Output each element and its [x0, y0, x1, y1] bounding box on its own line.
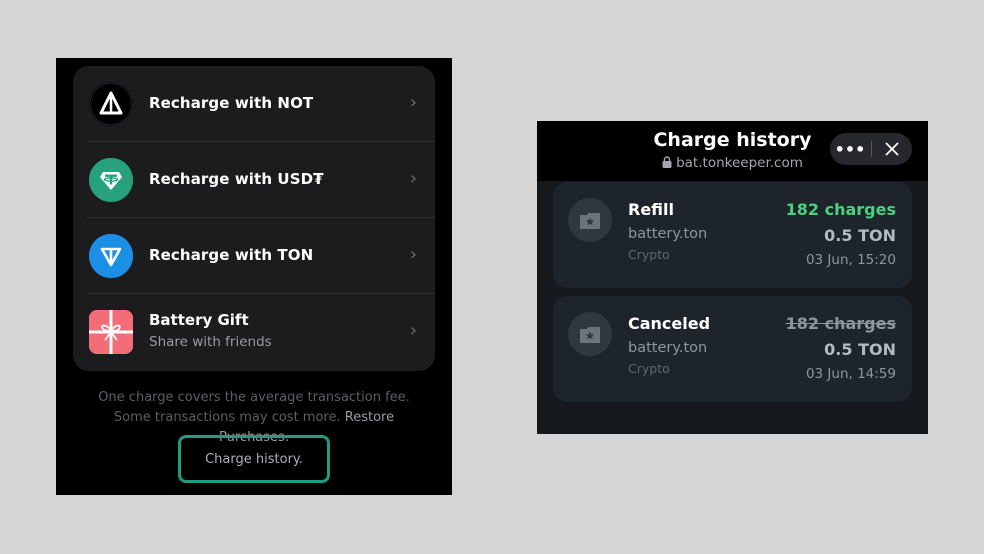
header-actions: ••• — [830, 133, 912, 165]
entry-kind: Crypto — [628, 361, 670, 376]
entry-date: 03 Jun, 15:20 — [805, 252, 896, 268]
option-label: Recharge with USD₮ — [149, 170, 324, 188]
ton-icon — [89, 234, 133, 278]
history-entry[interactable]: Refill battery.ton Crypto 182 charges 0.… — [553, 182, 912, 288]
option-battery-gift[interactable]: Battery Gift Share with friends › — [73, 294, 435, 370]
star-icon — [568, 198, 612, 242]
entry-source: battery.ton — [628, 340, 708, 356]
charge-history-highlight[interactable]: Charge history. — [178, 435, 330, 483]
entry-date: 03 Jun, 14:59 — [805, 366, 896, 382]
entry-charges: 182 charges — [785, 200, 896, 219]
option-recharge-usdt[interactable]: Recharge with USD₮ › — [73, 142, 435, 218]
header-bar: Charge history bat.tonkeeper.com ••• — [537, 121, 928, 181]
option-recharge-not[interactable]: Recharge with NOT › — [73, 66, 435, 142]
site-url: bat.tonkeeper.com — [676, 155, 803, 171]
chevron-right-icon: › — [409, 320, 417, 341]
entry-kind: Crypto — [628, 247, 670, 262]
option-label: Recharge with NOT — [149, 94, 314, 112]
option-sublabel: Share with friends — [149, 334, 272, 350]
charge-history-screen: Charge history bat.tonkeeper.com ••• Ref… — [537, 121, 928, 434]
not-coin-icon — [89, 82, 133, 126]
charge-history-link[interactable]: Charge history. — [205, 452, 303, 467]
tether-icon — [89, 158, 133, 202]
close-icon — [885, 142, 899, 156]
chevron-right-icon: › — [409, 244, 417, 265]
chevron-right-icon: › — [409, 168, 417, 189]
entry-charges: 182 charges — [785, 314, 896, 333]
entry-amount: 0.5 TON — [824, 340, 896, 359]
entry-title: Canceled — [628, 314, 711, 333]
chevron-right-icon: › — [409, 92, 417, 113]
battery-refill-screen: Recharge with NOT › Recharge with USD₮ › — [56, 58, 452, 495]
lock-icon — [662, 156, 672, 168]
entry-source: battery.ton — [628, 226, 708, 242]
option-recharge-ton[interactable]: Recharge with TON › — [73, 218, 435, 294]
recharge-options-list: Recharge with NOT › Recharge with USD₮ › — [73, 66, 435, 371]
gift-icon — [89, 310, 133, 354]
star-icon — [568, 312, 612, 356]
entry-title: Refill — [628, 200, 674, 219]
option-label: Battery Gift — [149, 311, 249, 329]
close-button[interactable] — [872, 133, 912, 165]
more-options-button[interactable]: ••• — [830, 133, 870, 165]
entry-amount: 0.5 TON — [824, 226, 896, 245]
history-entry[interactable]: Canceled battery.ton Crypto 182 charges … — [553, 296, 912, 402]
option-label: Recharge with TON — [149, 246, 314, 264]
